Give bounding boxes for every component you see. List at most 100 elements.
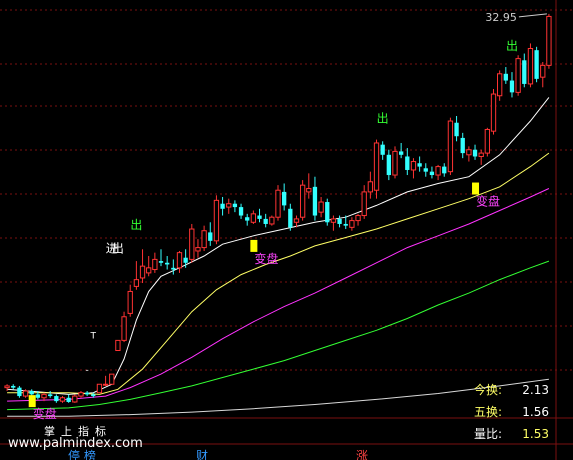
candle-body-down — [534, 50, 539, 79]
candle-body-up — [299, 184, 306, 218]
candle-body-up — [497, 73, 503, 97]
candle-body-up — [4, 385, 10, 389]
candle-body-up — [41, 393, 47, 399]
candle-body-down — [263, 218, 268, 224]
candle-body-up — [484, 128, 491, 154]
candle-body-up — [546, 15, 552, 66]
candle-body-down — [472, 149, 478, 157]
candle-body-up — [78, 392, 84, 397]
candle-body-up — [367, 181, 374, 193]
candle-body-up — [466, 149, 472, 156]
candle-body-up — [410, 161, 417, 171]
candle-body-up — [195, 247, 201, 252]
candle-body-up — [176, 252, 183, 269]
signal-label: 进 — [106, 242, 118, 256]
candle-body-down — [429, 171, 435, 176]
candle-body-up — [226, 203, 232, 208]
candle-body-down — [509, 80, 515, 93]
candle-body-down — [423, 168, 428, 172]
candle-body-down — [288, 208, 293, 228]
candle-body-down — [257, 215, 262, 219]
tab-label: 涨 — [356, 449, 369, 460]
candle-body-up — [293, 218, 300, 223]
candle-body-down — [380, 144, 385, 155]
candle-body-down — [454, 122, 459, 137]
candle-body-down — [183, 257, 188, 263]
candle-body-down — [158, 261, 164, 263]
candle-body-up — [447, 120, 454, 173]
candle-body-down — [48, 394, 53, 397]
candle-body-up — [127, 290, 133, 314]
turn-marker — [472, 182, 480, 195]
candle-body-up — [527, 47, 534, 85]
candle-body-up — [373, 142, 380, 191]
candle-body-up — [146, 267, 152, 274]
candle-body-down — [208, 232, 213, 241]
candle-body-down — [386, 154, 391, 176]
candle-body-down — [343, 223, 348, 226]
candle-body-down — [245, 217, 250, 221]
candle-body-down — [238, 207, 244, 216]
candle-body-down — [337, 218, 342, 224]
turn-marker-label: 变盘 — [33, 406, 57, 421]
candle-body-down — [11, 385, 16, 388]
candle-body-up — [133, 279, 140, 287]
stat-label: 今换: — [474, 382, 502, 397]
candle-body-down — [171, 267, 176, 270]
candle-body-up — [102, 383, 109, 386]
candle-body-down — [312, 186, 318, 216]
candle-body-up — [269, 216, 275, 225]
tab-1[interactable]: 财 — [194, 447, 210, 460]
candle-body-up — [109, 373, 115, 385]
small-mark: T — [90, 332, 97, 342]
candle-body-up — [121, 316, 127, 341]
candle-body-down — [503, 73, 508, 81]
candle-body-up — [59, 397, 66, 402]
tab-2[interactable]: 涨 — [354, 447, 370, 460]
signal-label: 出 — [506, 39, 518, 53]
candle-body-up — [392, 150, 398, 176]
small-mark: - — [85, 365, 88, 375]
candle-body-down — [66, 397, 71, 402]
candle-body-up — [435, 166, 441, 176]
candle-body-down — [442, 166, 447, 174]
candle-body-up — [355, 215, 361, 222]
signal-label: 出 — [377, 112, 389, 126]
moving-average-line — [7, 97, 550, 395]
candle-body-down — [282, 191, 287, 206]
candle-body-up — [540, 64, 546, 78]
candle-body-down — [460, 137, 465, 154]
candle-body-up — [349, 220, 355, 228]
candle-body-down — [84, 392, 90, 395]
candle-body-up — [478, 152, 484, 157]
stat-value: 1.53 — [522, 427, 549, 441]
candle-body-up — [361, 191, 367, 217]
candle-body-up — [72, 395, 78, 403]
max-price-pointer — [518, 13, 547, 18]
candle-body-down — [232, 203, 238, 208]
candle-body-down — [91, 394, 96, 397]
tab-0[interactable]: 停 榜 — [66, 447, 98, 460]
candle-body-up — [275, 189, 281, 218]
tab-label: 财 — [196, 449, 209, 460]
turn-marker-label: 变盘 — [476, 194, 500, 209]
candle-body-down — [325, 202, 330, 223]
candle-body-down — [405, 156, 410, 170]
stat-label: 量比: — [474, 427, 502, 441]
max-price-label: 32.95 — [485, 11, 517, 24]
candle-body-up — [152, 258, 158, 271]
candle-body-down — [35, 394, 41, 398]
tab-label: 停 榜 — [68, 449, 96, 460]
candle-body-down — [417, 163, 422, 167]
turn-marker — [250, 239, 258, 252]
candle-body-up — [213, 199, 220, 242]
candle-body-up — [96, 383, 103, 394]
candle-body-up — [250, 213, 257, 223]
candle-body-up — [490, 93, 497, 132]
candle-body-up — [201, 230, 207, 249]
candlestick-chart-panel: 32.95 出出出出进变盘 变盘 变盘 T - 今换: 2.13 五换: 1.56 量比: 1.53 … — [0, 0, 573, 460]
candle-body-down — [220, 203, 225, 209]
candle-body-up — [306, 188, 312, 193]
turn-marker-label: 变盘 — [254, 251, 278, 266]
price-chart: 32.95出出出出进变盘变盘变盘T-今换: 2.13五换: 1.56量比: 1.53 — [0, 0, 573, 460]
